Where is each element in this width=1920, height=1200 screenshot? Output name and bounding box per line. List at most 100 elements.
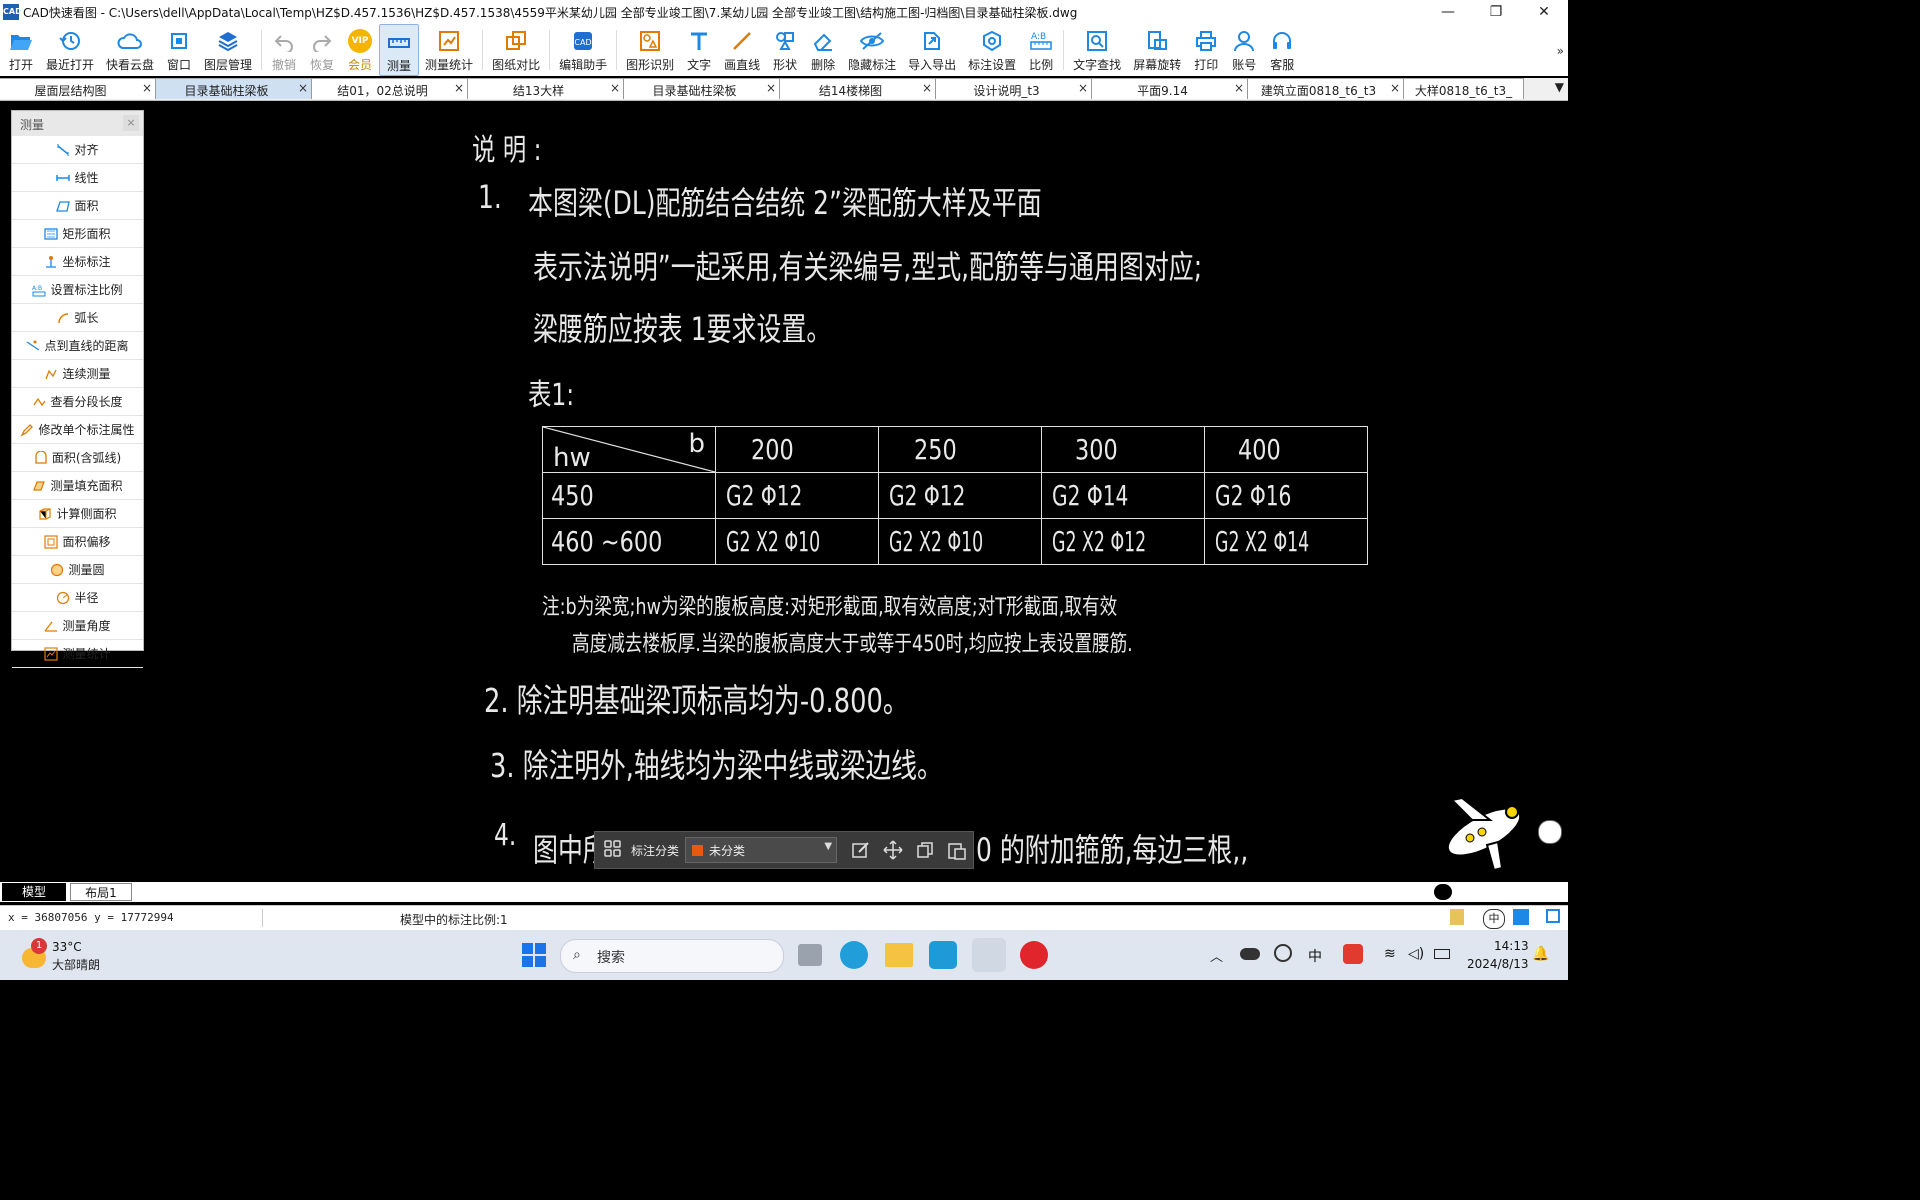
- edit-icon[interactable]: [851, 840, 871, 860]
- undo-button[interactable]: 撤销: [265, 24, 303, 76]
- measure-stats-button[interactable]: 测量统计: [419, 24, 479, 76]
- measure-edit-single[interactable]: 修改单个标注属性: [12, 416, 143, 444]
- measure-align[interactable]: 对齐: [12, 136, 143, 164]
- text-button[interactable]: 文字: [680, 24, 718, 76]
- taskbar-search[interactable]: ⌕ 搜索: [560, 939, 784, 973]
- sync-icon[interactable]: [1274, 944, 1292, 962]
- restore-button[interactable]: ❐: [1472, 0, 1520, 24]
- speaker-icon[interactable]: ◁): [1408, 946, 1424, 962]
- measure-set-scale[interactable]: A:B 设置标注比例: [12, 276, 143, 304]
- notification-bell-icon[interactable]: 🔔: [1532, 946, 1549, 962]
- pd-icon[interactable]: [1513, 909, 1529, 925]
- windows-start-icon[interactable]: [522, 943, 546, 967]
- battery-icon[interactable]: [1434, 949, 1450, 959]
- doc-tab[interactable]: 平面9.14 ×: [1092, 78, 1248, 99]
- minimize-button[interactable]: —: [1424, 0, 1472, 24]
- netease-music-icon[interactable]: [1020, 941, 1048, 969]
- measure-area[interactable]: 面积: [12, 192, 143, 220]
- measure-area-arc[interactable]: 面积(含弧线): [12, 444, 143, 472]
- copy-icon[interactable]: [915, 840, 935, 860]
- annotation-settings-button[interactable]: 标注设置: [962, 24, 1022, 76]
- measure-circle[interactable]: 测量圆: [12, 556, 143, 584]
- tab-close-icon[interactable]: ×: [454, 81, 464, 95]
- close-button[interactable]: ✕: [1520, 0, 1568, 24]
- wps-icon[interactable]: [1343, 944, 1363, 964]
- ime-language[interactable]: 中: [1308, 946, 1322, 966]
- vip-button[interactable]: VIP 会员: [341, 24, 379, 76]
- measure-panel-close-button[interactable]: ×: [123, 115, 139, 131]
- measure-area-offset[interactable]: 面积偏移: [12, 528, 143, 556]
- measure-arc-length[interactable]: 弧长: [12, 304, 143, 332]
- print-button[interactable]: 打印: [1187, 24, 1225, 76]
- window-mode-icon[interactable]: [1546, 909, 1560, 923]
- clock-date[interactable]: 2024/8/13: [1467, 957, 1529, 971]
- grid-icon[interactable]: [603, 839, 625, 861]
- measure-radius[interactable]: 半径: [12, 584, 143, 612]
- ime-status-icon[interactable]: [1450, 909, 1464, 925]
- tab-close-icon[interactable]: ×: [1390, 81, 1400, 95]
- move-icon[interactable]: [883, 840, 903, 860]
- annotation-category-select[interactable]: 未分类 ▼: [685, 837, 838, 863]
- cad-app-icon[interactable]: [972, 938, 1006, 972]
- paste-icon[interactable]: [947, 840, 967, 860]
- task-view-icon[interactable]: [798, 944, 822, 966]
- measure-point-to-line[interactable]: 点到直线的距离: [12, 332, 143, 360]
- tab-close-icon[interactable]: ×: [922, 81, 932, 95]
- wifi-icon[interactable]: ≋: [1384, 946, 1396, 962]
- ime-mode-indicator[interactable]: 中: [1483, 909, 1505, 929]
- tab-close-icon[interactable]: ×: [766, 81, 776, 95]
- tab-close-icon[interactable]: ×: [610, 81, 620, 95]
- tab-close-icon[interactable]: ×: [1078, 81, 1088, 95]
- doc-tab[interactable]: 设计说明_t3 ×: [936, 78, 1092, 99]
- tab-layout1[interactable]: 布局1: [70, 883, 132, 901]
- draw-line-button[interactable]: 画直线: [718, 24, 766, 76]
- account-button[interactable]: 账号: [1225, 24, 1263, 76]
- clock-time[interactable]: 14:13: [1494, 939, 1529, 953]
- open-button[interactable]: 打开: [0, 24, 40, 76]
- tabs-dropdown-icon[interactable]: ▼: [1555, 80, 1564, 94]
- doc-tab[interactable]: 建筑立面0818_t6_t3 ×: [1248, 78, 1404, 99]
- window-button[interactable]: 窗口: [160, 24, 198, 76]
- measure-segment-length[interactable]: 查看分段长度: [12, 388, 143, 416]
- settings-badge-icon[interactable]: [1538, 820, 1562, 844]
- measure-button[interactable]: 测量: [379, 24, 420, 76]
- tab-close-icon[interactable]: ×: [298, 81, 308, 95]
- measure-statistics[interactable]: 测量统计: [12, 640, 143, 668]
- doc-tab[interactable]: 结01，02总说明 ×: [312, 78, 468, 99]
- doc-tab[interactable]: 大样0818_t6_t3_: [1404, 78, 1524, 99]
- shape-recognize-button[interactable]: 图形识别: [620, 24, 680, 76]
- textbox-app-icon[interactable]: [929, 941, 957, 969]
- compare-button[interactable]: 图纸对比: [486, 24, 546, 76]
- onedrive-cloud-icon[interactable]: [1240, 948, 1260, 960]
- measure-angle[interactable]: 测量角度: [12, 612, 143, 640]
- tab-model[interactable]: 模型: [2, 883, 66, 901]
- tab-close-icon[interactable]: ×: [142, 81, 152, 95]
- weather-widget[interactable]: 1 33°C 大部晴朗: [20, 936, 140, 976]
- doc-tab[interactable]: 结13大样 ×: [468, 78, 624, 99]
- measure-side-area[interactable]: 计算侧面积: [12, 500, 143, 528]
- redo-button[interactable]: 恢复: [303, 24, 341, 76]
- file-explorer-icon[interactable]: [885, 943, 913, 967]
- layer-manager-button[interactable]: 图层管理: [198, 24, 258, 76]
- import-export-button[interactable]: 导入导出: [902, 24, 962, 76]
- hide-annotation-button[interactable]: 隐藏标注: [842, 24, 902, 76]
- doc-tab[interactable]: 屋面层结构图 ×: [0, 78, 156, 99]
- text-search-button[interactable]: 文字查找: [1067, 24, 1127, 76]
- support-button[interactable]: 客服: [1263, 24, 1301, 76]
- scale-button[interactable]: A:B 比例: [1022, 24, 1060, 76]
- toolbar-more-button[interactable]: »: [1557, 44, 1564, 58]
- delete-button[interactable]: 删除: [804, 24, 842, 76]
- edit-assistant-button[interactable]: CAD 编辑助手: [553, 24, 613, 76]
- airplane-mascot-icon[interactable]: [1432, 790, 1532, 875]
- doc-tab[interactable]: 结14楼梯图 ×: [780, 78, 936, 99]
- rotate-screen-button[interactable]: 屏幕旋转: [1127, 24, 1187, 76]
- chevron-up-icon[interactable]: ︿: [1210, 946, 1223, 965]
- cloud-drive-button[interactable]: 快看云盘: [100, 24, 160, 76]
- measure-linear[interactable]: 线性: [12, 164, 143, 192]
- measure-rect-area[interactable]: 矩形面积: [12, 220, 143, 248]
- recent-open-button[interactable]: 最近打开: [40, 24, 100, 76]
- measure-coordinate[interactable]: 坐标标注: [12, 248, 143, 276]
- tab-close-icon[interactable]: ×: [1234, 81, 1244, 95]
- doc-tab-active[interactable]: 目录基础柱梁板 ×: [156, 78, 312, 99]
- shape-button[interactable]: 形状: [766, 24, 804, 76]
